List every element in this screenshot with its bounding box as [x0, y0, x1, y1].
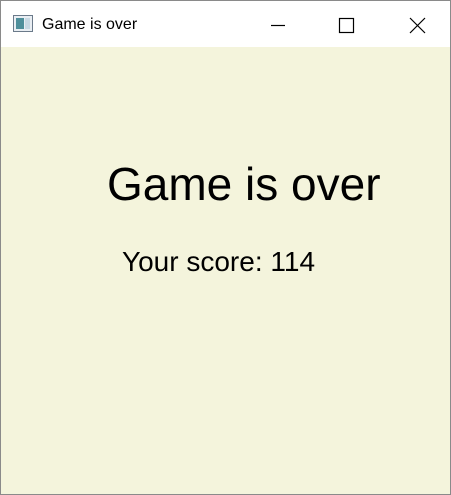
minimize-icon — [271, 24, 285, 27]
close-button[interactable] — [394, 1, 440, 47]
maximize-button[interactable] — [323, 1, 369, 47]
game-over-content: Game is over Your score: 114 — [1, 47, 450, 494]
game-over-window: Game is over Game is over Your score: 11… — [0, 0, 451, 495]
minimize-button[interactable] — [254, 1, 300, 47]
window-title: Game is over — [42, 16, 138, 33]
maximize-icon — [338, 17, 355, 34]
close-icon — [409, 17, 426, 34]
score-label: Your score: 114 — [122, 246, 316, 277]
game-over-heading: Game is over — [107, 158, 381, 210]
app-window-icon — [13, 15, 33, 32]
title-bar[interactable]: Game is over — [1, 1, 450, 47]
